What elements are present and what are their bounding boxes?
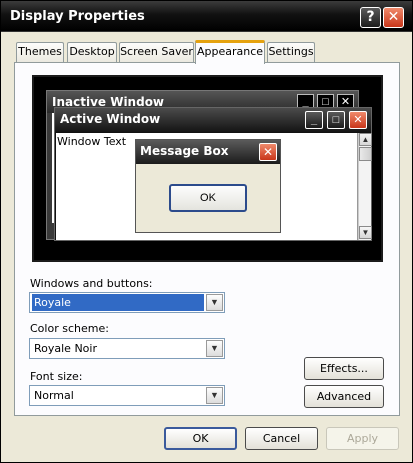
message-box-preview: Message Box ✕ OK <box>135 139 281 233</box>
message-box-titlebar: Message Box ✕ <box>136 140 280 164</box>
windows-buttons-label: Windows and buttons: <box>30 277 153 290</box>
preview-scrollbar: ▲ ▼ <box>358 133 372 240</box>
scroll-thumb <box>359 147 372 161</box>
maximize-icon: □ <box>327 111 345 129</box>
title-bar[interactable]: Display Properties ? ✕ <box>1 1 412 32</box>
chevron-down-icon[interactable]: ▼ <box>206 340 223 357</box>
cancel-button[interactable]: Cancel <box>245 427 318 450</box>
chevron-down-icon[interactable]: ▼ <box>206 387 223 404</box>
chevron-down-icon[interactable]: ▼ <box>206 294 223 311</box>
tab-screen-saver[interactable]: Screen Saver <box>119 42 194 62</box>
windows-buttons-value: Royale <box>32 294 204 311</box>
active-window-titlebar: Active Window _ □ ✕ <box>55 108 371 132</box>
minimize-icon: _ <box>305 111 323 129</box>
color-scheme-value: Royale Noir <box>34 342 97 355</box>
message-box-ok-button: OK <box>169 184 247 212</box>
tab-appearance[interactable]: Appearance <box>195 40 265 64</box>
window-title: Display Properties <box>10 9 145 24</box>
close-button[interactable]: ✕ <box>383 7 404 28</box>
tab-desktop[interactable]: Desktop <box>67 42 117 62</box>
tab-settings[interactable]: Settings <box>267 42 315 62</box>
close-icon: ✕ <box>349 111 367 129</box>
display-properties-window: Display Properties ? ✕ Themes Desktop Sc… <box>0 0 413 463</box>
color-scheme-label: Color scheme: <box>30 322 109 335</box>
effects-button[interactable]: Effects... <box>304 357 384 380</box>
font-size-value: Normal <box>34 389 74 402</box>
ok-button[interactable]: OK <box>164 427 237 450</box>
window-text-sample: Window Text <box>57 135 127 148</box>
scroll-down-icon: ▼ <box>359 226 372 239</box>
advanced-button[interactable]: Advanced <box>304 385 384 408</box>
windows-buttons-select[interactable]: Royale ▼ <box>29 292 225 313</box>
active-window-title: Active Window <box>60 112 161 126</box>
font-size-select[interactable]: Normal ▼ <box>29 385 225 406</box>
close-icon: ✕ <box>259 143 277 161</box>
tab-themes[interactable]: Themes <box>16 42 64 62</box>
message-box-title: Message Box <box>140 144 229 158</box>
font-size-label: Font size: <box>30 370 83 383</box>
help-button[interactable]: ? <box>360 7 381 28</box>
apply-button[interactable]: Apply <box>326 427 399 450</box>
scroll-up-icon: ▲ <box>359 133 372 146</box>
color-scheme-select[interactable]: Royale Noir ▼ <box>29 338 225 359</box>
appearance-preview: Inactive Window _ □ ✕ Active Window _ □ … <box>32 75 383 262</box>
